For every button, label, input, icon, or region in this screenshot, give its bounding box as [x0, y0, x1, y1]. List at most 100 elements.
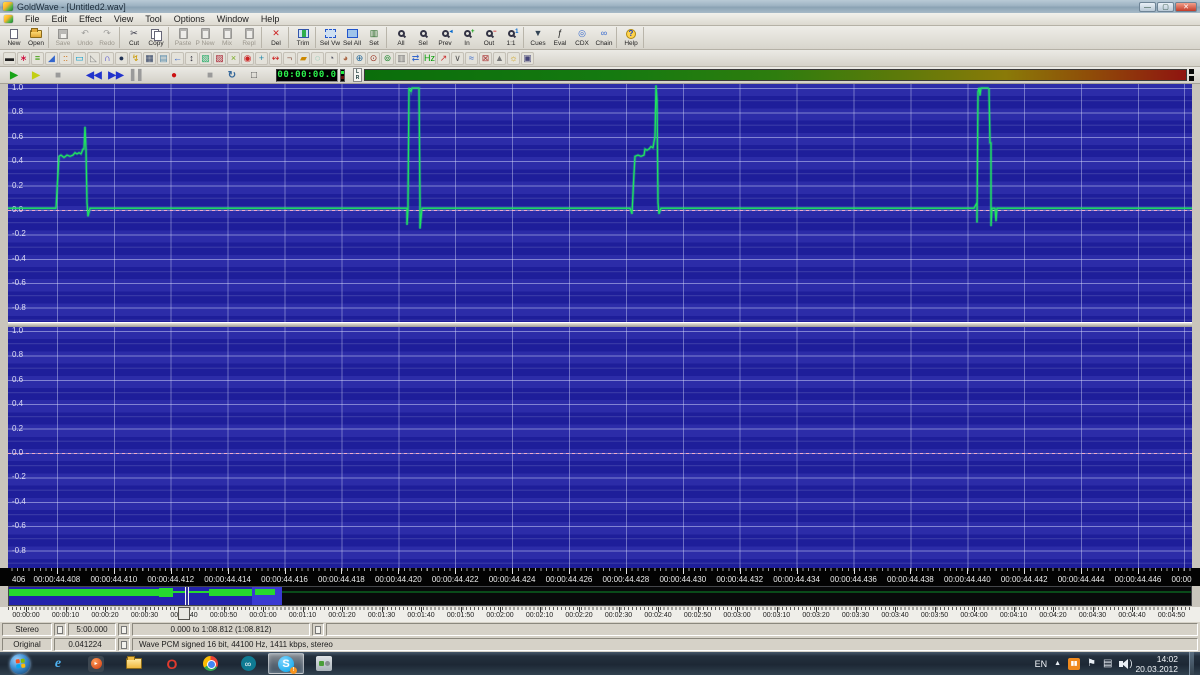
effect-icon-30[interactable]: ⇄ [409, 51, 422, 65]
taskbar-media-player[interactable]: ▸ [78, 653, 114, 674]
effect-icon-36[interactable]: ▲ [493, 51, 506, 65]
effect-icon-17[interactable]: × [227, 51, 240, 65]
effect-icon-05[interactable]: :: [59, 51, 72, 65]
effect-icon-25[interactable]: ◕ [339, 51, 352, 65]
play-selection-button[interactable]: ▶ [26, 69, 46, 82]
left-channel-view[interactable]: 1.00.80.60.40.20.0-0.2-0.4-0.6-0.8 [8, 84, 1192, 322]
effect-icon-28[interactable]: ⊚ [381, 51, 394, 65]
language-indicator[interactable]: EN [1035, 659, 1048, 669]
playhead-handle[interactable] [178, 607, 190, 620]
help-button[interactable]: ? Help [620, 27, 642, 48]
stop-button[interactable]: ■ [48, 69, 68, 82]
effect-icon-03[interactable]: ≡ [31, 51, 44, 65]
effect-icon-04[interactable]: ◢ [45, 51, 58, 65]
paste-button[interactable]: Paste [172, 27, 194, 48]
monitor-button[interactable]: □ [244, 69, 264, 82]
effect-icon-09[interactable]: ● [115, 51, 128, 65]
effect-icon-15[interactable]: ▧ [199, 51, 212, 65]
taskbar-internet-explorer[interactable]: e [40, 653, 76, 674]
set-selection-button[interactable]: ▥ Set [363, 27, 385, 48]
effect-icon-10[interactable]: ↯ [129, 51, 142, 65]
taskbar-explorer[interactable] [116, 653, 152, 674]
effect-icon-07[interactable]: ◺ [87, 51, 100, 65]
taskbar-skype[interactable]: S! [268, 653, 304, 674]
effect-icon-02[interactable]: ∗ [17, 51, 30, 65]
redo-button[interactable]: ↷ Redo [96, 27, 118, 48]
cues-button[interactable]: ▼ Cues [527, 27, 549, 48]
zoom-1-1-button[interactable]: 1 1:1 [500, 27, 522, 48]
effect-icon-01[interactable]: ▬ [3, 51, 16, 65]
title-bar[interactable]: GoldWave - [Untitled2.wav] — ▢ ✕ [0, 0, 1200, 13]
menu-view[interactable]: View [108, 14, 139, 24]
menu-effect[interactable]: Effect [73, 14, 108, 24]
replace-button[interactable]: Repl [238, 27, 260, 48]
stop2-button[interactable]: ■ [200, 69, 220, 82]
clock[interactable]: 14:02 20.03.2012 [1135, 654, 1178, 674]
effect-icon-26[interactable]: ⊕ [353, 51, 366, 65]
effect-icon-33[interactable]: ∨ [451, 51, 464, 65]
effect-icon-21[interactable]: ¬ [283, 51, 296, 65]
menu-tool[interactable]: Tool [139, 14, 168, 24]
menu-file[interactable]: File [19, 14, 46, 24]
taskbar-opera[interactable]: O [154, 653, 190, 674]
effect-icon-31[interactable]: Hz [423, 51, 436, 65]
open-button[interactable]: Open [25, 27, 47, 48]
effect-icon-27[interactable]: ⊙ [367, 51, 380, 65]
rewind-button[interactable]: ◀◀ [84, 69, 104, 82]
effect-icon-14[interactable]: ↕ [185, 51, 198, 65]
select-view-button[interactable]: Sel Vw [319, 27, 341, 48]
effect-icon-22[interactable]: ▰ [297, 51, 310, 65]
flag-icon[interactable]: ⚑ [1087, 658, 1096, 669]
zoom-in-button[interactable]: + In [456, 27, 478, 48]
menu-window[interactable]: Window [211, 14, 255, 24]
time-axis[interactable]: 406 00:00:44.408 00:00:44.410 00:00:44.412 0… [0, 568, 1200, 586]
effect-icon-37[interactable]: ☼ [507, 51, 520, 65]
show-desktop-button[interactable] [1189, 652, 1194, 675]
trim-button[interactable]: Trim [292, 27, 314, 48]
effect-icon-11[interactable]: ▦ [143, 51, 156, 65]
effect-icon-06[interactable]: ▭ [73, 51, 86, 65]
right-channel-view[interactable]: 1.00.80.60.40.20.0-0.2-0.4-0.6-0.8 [8, 327, 1192, 568]
effect-icon-18[interactable]: ◉ [241, 51, 254, 65]
effect-icon-16[interactable]: ▨ [213, 51, 226, 65]
network-icon[interactable]: ▤ [1103, 658, 1112, 669]
taskbar-chrome[interactable] [192, 653, 228, 674]
paste-new-button[interactable]: P New [194, 27, 216, 48]
effect-icon-19[interactable]: + [255, 51, 268, 65]
effect-icon-34[interactable]: ≈ [465, 51, 478, 65]
effect-icon-13[interactable]: ← [171, 51, 184, 65]
cut-button[interactable]: ✂ Cut [123, 27, 145, 48]
effect-icon-08[interactable]: ∩ [101, 51, 114, 65]
select-all-button[interactable]: Sel All [341, 27, 363, 48]
overview-bar[interactable] [0, 586, 1200, 607]
record-button[interactable]: ● [164, 69, 184, 82]
maximize-button[interactable]: ▢ [1157, 1, 1174, 12]
menu-options[interactable]: Options [168, 14, 211, 24]
zoom-all-button[interactable]: All [390, 27, 412, 48]
evaluate-button[interactable]: ƒ Eval [549, 27, 571, 48]
mix-button[interactable]: Mix [216, 27, 238, 48]
copy-button[interactable]: Copy [145, 27, 167, 48]
effect-icon-32[interactable]: ↗ [437, 51, 450, 65]
menu-help[interactable]: Help [255, 14, 286, 24]
effect-icon-20[interactable]: ↭ [269, 51, 282, 65]
zoom-selection-button[interactable]: Sel [412, 27, 434, 48]
effect-icon-35[interactable]: ⊠ [479, 51, 492, 65]
effect-icon-23[interactable]: ◌ [311, 51, 324, 65]
undo-button[interactable]: ↶ Undo [74, 27, 96, 48]
loop-button[interactable]: ↻ [222, 69, 242, 82]
chain-button[interactable]: ∞ Chain [593, 27, 615, 48]
save-button[interactable]: Save [52, 27, 74, 48]
minimize-button[interactable]: — [1139, 1, 1156, 12]
start-button[interactable] [2, 653, 38, 674]
effect-icon-24[interactable]: ◔ [325, 51, 338, 65]
effect-icon-12[interactable]: ▤ [157, 51, 170, 65]
close-button[interactable]: ✕ [1175, 1, 1197, 12]
zoom-previous-button[interactable]: ◂ Prev [434, 27, 456, 48]
zoom-out-button[interactable]: − Out [478, 27, 500, 48]
effect-icon-38[interactable]: ▣ [521, 51, 534, 65]
pause-button[interactable]: ▌▌ [128, 69, 148, 82]
download-manager-icon[interactable]: ▮▮ [1068, 657, 1081, 670]
fast-forward-button[interactable]: ▶▶ [106, 69, 126, 82]
effect-icon-29[interactable]: ▥ [395, 51, 408, 65]
